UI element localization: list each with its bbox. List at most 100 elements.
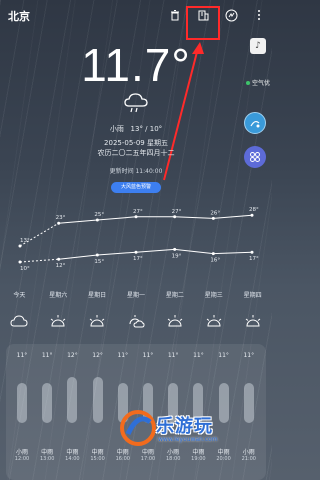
high-label: 23°: [56, 215, 66, 221]
hourly-condition: 中雨: [91, 449, 104, 456]
hourly-time: 12:00: [14, 456, 30, 462]
forecast-chart: 13° 23° 25° 27° 27° 26° 28° 10° 12° 15° 17° 19° 16° 1…: [18, 207, 259, 272]
hourly-item: 12° 中雨 15:00: [88, 352, 108, 462]
low-point: [57, 257, 61, 261]
high-label: 13°: [20, 238, 30, 244]
high-label: 27°: [133, 209, 143, 215]
date-text: 2025-05-09 星期五: [104, 139, 168, 147]
low-line-segment: [97, 251, 137, 256]
low-label: 10°: [20, 266, 30, 272]
current-temperature: 11.7°: [81, 39, 191, 91]
high-point: [57, 221, 61, 225]
forecast-day-label: 星期日: [88, 292, 107, 299]
sun-icon: [233, 314, 272, 328]
low-point: [134, 250, 138, 254]
widget-shortcut-icon[interactable]: [244, 112, 266, 134]
low-point: [173, 247, 177, 251]
high-point: [95, 218, 99, 222]
apps-grid-icon[interactable]: [244, 146, 266, 168]
high-label: 27°: [172, 209, 182, 215]
high-label: 28°: [249, 207, 259, 213]
low-label: 17°: [249, 256, 259, 262]
sun-icon: [194, 314, 233, 328]
air-quality-label: 空气优: [251, 80, 270, 87]
hourly-condition: 中雨: [66, 449, 79, 456]
forecast-icon-row: [0, 314, 272, 328]
low-point: [250, 250, 254, 254]
condition-line: 小雨 13° / 10°: [0, 124, 272, 134]
hourly-temp: 11°: [193, 352, 204, 359]
city-name[interactable]: 北京: [8, 8, 30, 24]
low-point: [95, 253, 99, 257]
sun-icon: [39, 314, 78, 328]
low-line-segment: [19, 258, 59, 263]
forecast-day-label: 星期三: [204, 292, 223, 299]
low-line-segment: [135, 248, 175, 253]
sound-icon[interactable]: ♪: [250, 38, 266, 54]
annotation-highlight-box: [186, 6, 220, 40]
hourly-condition: 小雨: [15, 449, 28, 456]
top-bar: 北京: [0, 0, 272, 30]
hourly-temp-bar: [92, 377, 103, 423]
hourly-temp: 12°: [92, 352, 103, 359]
hourly-temp-bar: [67, 377, 78, 423]
hourly-temp-bar: [42, 383, 53, 423]
trash-icon[interactable]: [166, 6, 184, 24]
high-point: [134, 215, 138, 219]
hourly-time: 14:00: [65, 456, 80, 462]
hourly-time: 15:00: [90, 456, 105, 462]
forecast-day-label: 今天: [13, 292, 26, 299]
cloud-icon: [0, 314, 39, 328]
low-point: [18, 260, 22, 264]
hourly-temp: 11°: [167, 352, 179, 359]
air-quality-dot: [245, 80, 250, 85]
condition-text: 小雨: [109, 125, 124, 133]
partly-cloudy-icon: [117, 314, 156, 328]
hourly-temp-bar: [17, 383, 27, 423]
hourly-temp: 11°: [218, 352, 229, 359]
hourly-temp: 11°: [142, 352, 154, 359]
hourly-temp: 11°: [117, 352, 129, 359]
forecast-day-label: 星期六: [49, 292, 68, 299]
watermark: 乐游玩 www.leyouwan.com: [118, 408, 268, 480]
hourly-item: 12° 中雨 14:00: [62, 352, 82, 462]
low-label: 19°: [172, 253, 182, 259]
more-icon[interactable]: [250, 6, 268, 24]
low-label: 16°: [210, 258, 220, 264]
hourly-item: 11° 小雨 12:00: [12, 352, 32, 462]
hourly-temp: 12°: [67, 352, 78, 359]
hourly-temp: 11°: [243, 352, 255, 359]
hourly-temp: 11°: [41, 352, 53, 359]
high-point: [173, 215, 177, 219]
high-label: 26°: [210, 210, 220, 216]
low-label: 17°: [133, 256, 143, 262]
lunar-date-text: 农历二〇二五年四月十二: [97, 149, 175, 157]
hourly-condition: 中雨: [41, 449, 54, 456]
low-label: 12°: [56, 263, 66, 269]
theme-icon[interactable]: [222, 6, 240, 24]
hourly-item: 11° 中雨 13:00: [37, 352, 57, 462]
forecast-day-label: 星期一: [127, 292, 146, 299]
forecast-day-label: 星期二: [165, 292, 184, 299]
forecast-day-label: 星期四: [243, 292, 262, 299]
low-line-segment: [213, 251, 253, 255]
high-point: [250, 213, 254, 217]
low-label: 15°: [94, 259, 104, 265]
air-quality-badge[interactable]: 空气优: [245, 78, 270, 87]
watermark-text: 乐游玩: [156, 416, 213, 437]
low-point: [211, 252, 215, 256]
forecast-day-row: 今天 星期六 星期日 星期一 星期二 星期三 星期四: [0, 290, 272, 299]
cloud-rain-icon: [124, 93, 148, 113]
high-point: [211, 216, 215, 220]
hourly-time: 13:00: [39, 456, 55, 462]
temp-range: 13° / 10°: [130, 125, 163, 133]
sun-icon: [78, 314, 117, 328]
watermark-logo-icon: [120, 410, 156, 446]
updated-time: 更新时间 11:40:00: [109, 168, 163, 175]
high-point: [18, 244, 22, 248]
low-line-segment: [58, 254, 98, 260]
watermark-url: www.leyouwan.com: [158, 436, 218, 443]
weather-alert-badge[interactable]: 大风蓝色预警: [111, 182, 161, 193]
high-label: 25°: [94, 212, 104, 218]
hourly-temp: 11°: [16, 352, 28, 359]
